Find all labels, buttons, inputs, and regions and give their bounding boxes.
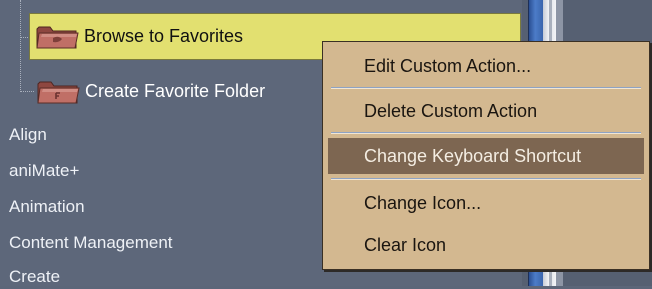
tree-category-animate-plus[interactable]: aniMate+ (9, 159, 79, 183)
tree-category-label: Align (9, 125, 47, 144)
tree-item-label: Create Favorite Folder (85, 81, 266, 101)
tree-category-label: Animation (9, 197, 85, 216)
folder-icon (35, 23, 80, 50)
menu-item-label: Change Icon... (364, 192, 482, 213)
tree-item-create-favorite-folder[interactable]: Create Favorite Folder (36, 74, 265, 109)
context-menu: Edit Custom Action... Delete Custom Acti… (322, 41, 650, 270)
menu-separator (331, 87, 641, 89)
tree-category-create[interactable]: Create (9, 265, 60, 289)
menu-item-label: Delete Custom Action (364, 100, 538, 121)
tree-category-label: Create (9, 267, 61, 286)
menu-item-clear-icon[interactable]: Clear Icon (328, 227, 644, 263)
menu-item-edit-custom-action[interactable]: Edit Custom Action... (328, 48, 644, 84)
tree-category-label: Content Management (9, 233, 173, 252)
tree-category-animation[interactable]: Animation (9, 195, 85, 219)
menu-item-label: Change Keyboard Shortcut (364, 145, 582, 166)
menu-item-label: Clear Icon (364, 234, 447, 255)
tree-item-label: Browse to Favorites (84, 26, 244, 46)
menu-item-change-keyboard-shortcut[interactable]: Change Keyboard Shortcut (328, 138, 644, 174)
menu-item-label: Edit Custom Action... (364, 55, 532, 76)
tree-category-align[interactable]: Align (9, 123, 47, 147)
menu-separator (331, 132, 641, 134)
menu-item-delete-custom-action[interactable]: Delete Custom Action (328, 93, 644, 129)
tree-connector-line (20, 91, 34, 92)
tree-connector-line (20, 0, 21, 92)
tree-category-label: aniMate+ (9, 161, 80, 180)
menu-separator (331, 178, 641, 180)
tree-category-content-management[interactable]: Content Management (9, 231, 173, 255)
folder-icon (36, 78, 81, 105)
menu-item-change-icon[interactable]: Change Icon... (328, 185, 644, 221)
